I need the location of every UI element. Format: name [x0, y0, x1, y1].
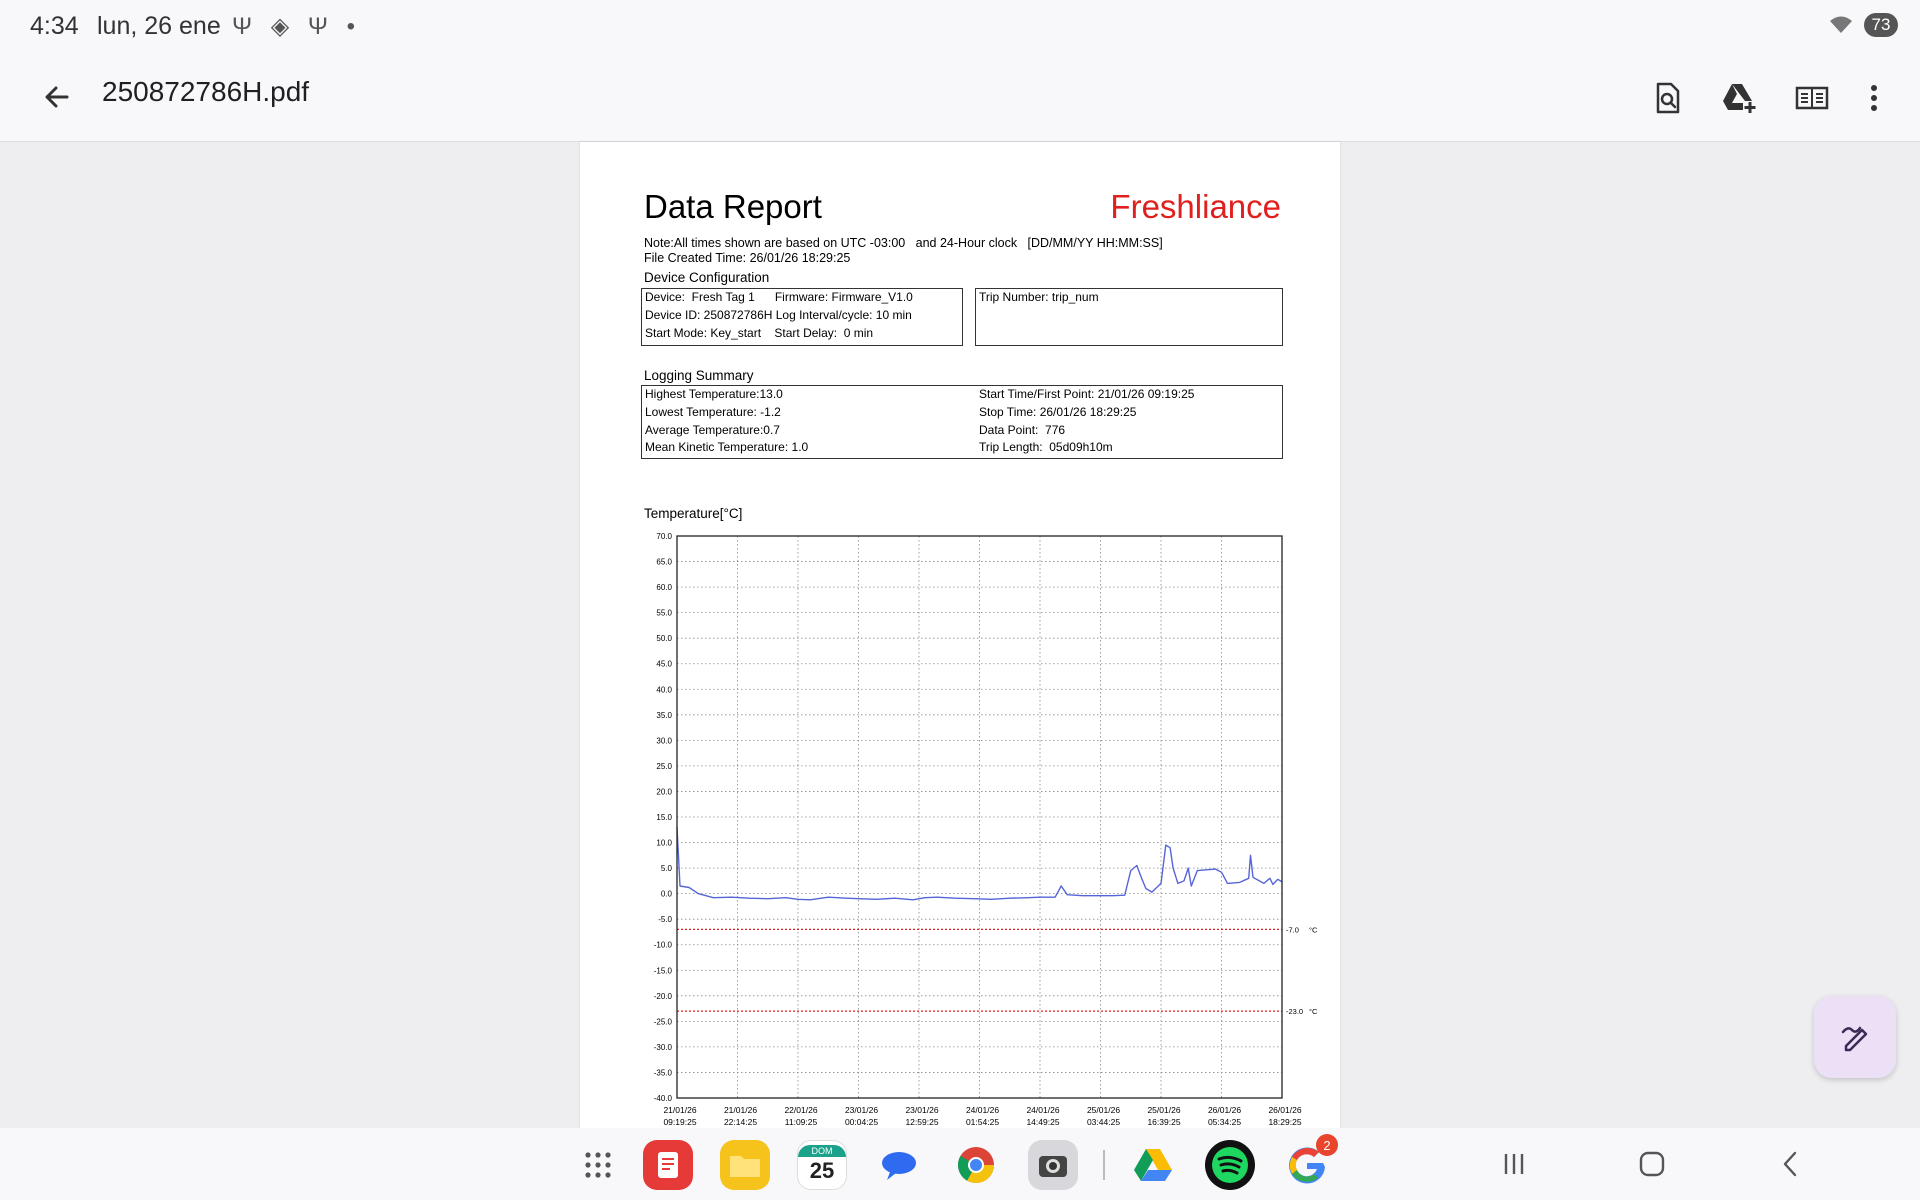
x-tick-time: 12:59:25	[905, 1117, 938, 1127]
drive-app-icon[interactable]	[1128, 1140, 1178, 1190]
y-tick-label: 50.0	[656, 634, 672, 643]
wifi-icon	[1830, 16, 1852, 33]
pdf-viewer[interactable]: Data Report Freshliance Note:All times s…	[0, 142, 1920, 1128]
threshold-label: -23.0	[1286, 1007, 1303, 1016]
status-time: 4:34	[30, 12, 79, 40]
temperature-chart: 70.0 65.0 60.0 55.0 50.0 45.0 40.0 35.0 30.0 25.0…	[654, 532, 1318, 1127]
notification-badge: 2	[1316, 1134, 1338, 1156]
x-tick-date: 26/01/26	[1208, 1105, 1241, 1115]
calendar-day-label: DOM	[798, 1145, 846, 1157]
y-tick-label: 20.0	[656, 787, 672, 796]
google-app-icon[interactable]: 2	[1282, 1134, 1338, 1190]
app-bar: 250872786H.pdf	[0, 54, 1920, 142]
y-tick-label: -15.0	[654, 966, 673, 975]
x-tick-date: 21/01/26	[724, 1105, 757, 1115]
threshold-unit: °C	[1309, 925, 1318, 934]
y-tick-label: 5.0	[661, 864, 673, 873]
y-tick-label: 65.0	[656, 558, 672, 567]
y-tick-label: 70.0	[656, 532, 672, 541]
y-tick-label: -25.0	[654, 1017, 673, 1026]
x-tick-time: 00:04:25	[845, 1117, 878, 1127]
x-tick-time: 09:19:25	[663, 1117, 696, 1127]
y-tick-label: -5.0	[658, 915, 672, 924]
all-apps-icon[interactable]	[573, 1140, 623, 1190]
y-tick-label: -20.0	[654, 992, 673, 1001]
threshold-label: -7.0	[1286, 925, 1299, 934]
edit-pen-icon[interactable]	[1814, 996, 1896, 1078]
x-tick-time: 05:34:25	[1208, 1117, 1241, 1127]
x-tick-time: 01:54:25	[966, 1117, 999, 1127]
files-app-icon[interactable]	[720, 1140, 770, 1190]
reading-mode-icon[interactable]	[1790, 76, 1834, 120]
navigation-bar: DOM 25 2	[0, 1128, 1920, 1200]
x-tick-date: 23/01/26	[905, 1105, 938, 1115]
y-tick-label: -35.0	[654, 1068, 673, 1077]
y-tick-label: 35.0	[656, 711, 672, 720]
status-bar: 4:34 lun, 26 ene Ψ ◈ Ψ • 73	[0, 0, 1920, 54]
y-tick-label: 55.0	[656, 609, 672, 618]
camera-app-icon[interactable]	[1028, 1140, 1078, 1190]
x-tick-date: 26/01/26	[1268, 1105, 1301, 1115]
search-document-icon[interactable]	[1646, 76, 1690, 120]
y-tick-label: 40.0	[656, 685, 672, 694]
messages-app-icon[interactable]	[874, 1140, 924, 1190]
x-tick-time: 11:09:25	[785, 1117, 818, 1127]
x-tick-date: 25/01/26	[1147, 1105, 1180, 1115]
back-button[interactable]	[1770, 1146, 1810, 1182]
x-tick-time: 22:14:25	[724, 1117, 757, 1127]
more-vert-icon[interactable]	[1852, 76, 1896, 120]
calendar-day-number: 25	[809, 1158, 835, 1183]
x-tick-date: 25/01/26	[1087, 1105, 1120, 1115]
x-tick-date: 21/01/26	[663, 1105, 696, 1115]
x-tick-date: 23/01/26	[845, 1105, 878, 1115]
x-tick-time: 16:39:25	[1147, 1117, 1180, 1127]
home-button[interactable]	[1632, 1146, 1672, 1182]
y-tick-label: -40.0	[654, 1094, 673, 1103]
recents-button[interactable]	[1494, 1146, 1534, 1182]
x-tick-time: 03:44:25	[1087, 1117, 1120, 1127]
spotify-app-icon[interactable]	[1205, 1140, 1255, 1190]
dock-divider	[1103, 1150, 1105, 1180]
y-tick-label: 15.0	[656, 813, 672, 822]
battery-indicator: 73	[1864, 13, 1898, 37]
y-tick-label: 60.0	[656, 583, 672, 592]
status-date: lun, 26 ene	[97, 12, 221, 40]
pdf-page: Data Report Freshliance Note:All times s…	[580, 142, 1340, 1128]
status-right: 73	[1828, 13, 1898, 37]
add-to-drive-icon[interactable]	[1717, 76, 1761, 120]
y-tick-label: -30.0	[654, 1043, 673, 1052]
x-tick-time: 18:29:25	[1268, 1117, 1301, 1127]
x-tick-date: 22/01/26	[784, 1105, 817, 1115]
notes-app-icon[interactable]	[643, 1140, 693, 1190]
chrome-app-icon[interactable]	[951, 1140, 1001, 1190]
x-tick-date: 24/01/26	[1026, 1105, 1059, 1115]
y-tick-label: 45.0	[656, 660, 672, 669]
notification-icons: Ψ ◈ Ψ •	[232, 13, 361, 40]
y-tick-label: -10.0	[654, 941, 673, 950]
y-tick-label: 30.0	[656, 736, 672, 745]
document-title: 250872786H.pdf	[102, 76, 310, 107]
x-tick-time: 14:49:25	[1026, 1117, 1059, 1127]
y-tick-label: 0.0	[661, 890, 673, 899]
calendar-app-icon[interactable]: DOM 25	[797, 1140, 847, 1190]
back-arrow-icon[interactable]	[36, 76, 78, 118]
y-tick-label: 25.0	[656, 762, 672, 771]
threshold-unit: °C	[1309, 1007, 1318, 1016]
x-tick-date: 24/01/26	[966, 1105, 999, 1115]
y-tick-label: 10.0	[656, 839, 672, 848]
